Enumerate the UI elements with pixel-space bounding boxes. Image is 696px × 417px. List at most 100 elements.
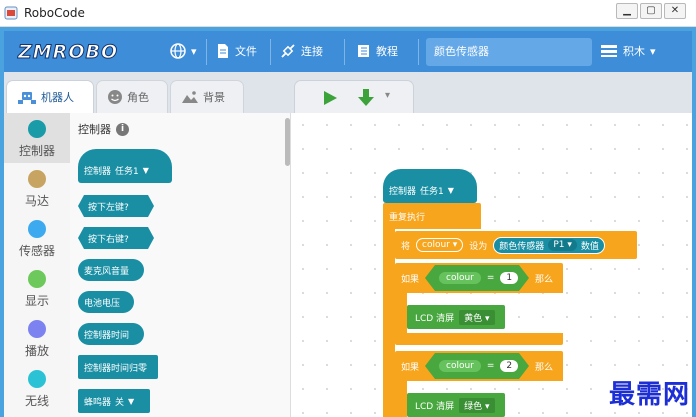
- blocks-label: 积木: [623, 45, 645, 58]
- minimize-button[interactable]: ▁: [616, 3, 638, 19]
- file-menu[interactable]: 文件: [216, 43, 257, 59]
- connect-button[interactable]: 连接: [280, 43, 323, 59]
- category-wireless[interactable]: 无线: [4, 363, 70, 413]
- lcd-label: LCD 清屏: [415, 313, 455, 324]
- toolbar-divider: [344, 39, 345, 65]
- block-controller-task[interactable]: 控制器 任务1 ▼: [78, 149, 172, 183]
- chevron-down-icon[interactable]: ▾: [385, 90, 390, 101]
- if-label: 如果: [401, 363, 420, 373]
- condition-number[interactable]: 2: [500, 360, 518, 372]
- chevron-down-icon: ▼: [142, 165, 149, 175]
- then-label: 那么: [535, 275, 554, 285]
- code-workspace[interactable]: 控制器 任务1 ▼ 重复执行 将 colour ▾ 设为 颜色传感器 P1 ▾ …: [291, 113, 692, 417]
- file-label: 文件: [235, 45, 257, 58]
- editor-content: 控制器 马达 传感器 显示 播放 无线 控制器 i 控制器 任务1 ▼ 按下左键…: [4, 113, 692, 417]
- maximize-button[interactable]: ▢: [640, 3, 662, 19]
- block-label: 控制器: [389, 186, 417, 197]
- watermark-text: 最需网: [608, 380, 690, 410]
- category-play[interactable]: 播放: [4, 313, 70, 363]
- block-time-reset[interactable]: 控制器时间归零: [78, 355, 158, 379]
- variable-name: colour: [422, 240, 450, 250]
- language-menu[interactable]: ▾: [170, 43, 197, 59]
- globe-icon: [170, 43, 186, 59]
- palette-title: 控制器 i: [78, 121, 129, 137]
- toolbar-divider: [206, 39, 207, 65]
- palette-title-label: 控制器: [78, 123, 111, 136]
- sensor-port-dropdown[interactable]: P1 ▾: [548, 239, 577, 251]
- if-label: 如果: [401, 275, 420, 285]
- script-hat-block[interactable]: 控制器 任务1 ▼: [383, 169, 477, 203]
- tutorial-label: 教程: [376, 45, 398, 58]
- block-right-key[interactable]: 按下右键?: [78, 227, 154, 249]
- category-label: 播放: [24, 344, 49, 358]
- app-icon: [4, 6, 18, 20]
- condition-number[interactable]: 1: [500, 272, 518, 284]
- block-left-key[interactable]: 按下左键?: [78, 195, 154, 217]
- equals-condition-2[interactable]: colour = 2: [425, 353, 529, 379]
- block-mic-volume[interactable]: 麦克风音量: [78, 259, 144, 281]
- brand-logo: ZMROBO: [17, 41, 119, 64]
- lcd-color-dropdown[interactable]: 黄色 ▾: [459, 309, 495, 325]
- equals-condition-1[interactable]: colour = 1: [425, 265, 529, 291]
- category-label: 马达: [24, 194, 49, 208]
- lcd-clear-block-2[interactable]: LCD 清屏 绿色 ▾: [407, 393, 505, 417]
- download-icon[interactable]: [357, 88, 375, 108]
- color-sensor-reporter[interactable]: 颜色传感器 P1 ▾ 数值: [493, 236, 605, 254]
- block-palette: 控制器 i 控制器 任务1 ▼ 按下左键? 按下右键? 麦克风音量 电池电压 控…: [70, 113, 291, 417]
- info-icon[interactable]: i: [116, 122, 129, 136]
- tab-background[interactable]: 背景: [170, 80, 244, 113]
- category-sensor[interactable]: 传感器: [4, 213, 70, 263]
- palette-scrollbar[interactable]: [285, 118, 290, 166]
- variable-dropdown[interactable]: colour ▾: [416, 238, 464, 252]
- set-variable-block[interactable]: 将 colour ▾ 设为 颜色传感器 P1 ▾ 数值: [395, 231, 637, 259]
- if-block-1-arm: [395, 293, 407, 333]
- tab-robot[interactable]: 机器人: [6, 80, 94, 113]
- category-controller[interactable]: 控制器: [4, 113, 70, 163]
- category-dot: [28, 370, 46, 388]
- category-label: 控制器: [18, 144, 55, 158]
- then-label: 那么: [535, 363, 554, 373]
- forever-block[interactable]: 重复执行: [383, 203, 481, 229]
- sensor-port: P1: [553, 240, 565, 250]
- category-dot: [28, 270, 46, 288]
- block-battery[interactable]: 电池电压: [78, 291, 134, 313]
- book-icon: [358, 45, 369, 57]
- category-display[interactable]: 显示: [4, 263, 70, 313]
- tutorial-button[interactable]: 教程: [356, 43, 398, 59]
- block-dropdown[interactable]: 关: [115, 395, 124, 408]
- chevron-down-icon: ▼: [128, 396, 135, 406]
- if-block-2-arm: [395, 381, 407, 417]
- chevron-down-icon: ▼: [447, 185, 454, 195]
- block-controller-time[interactable]: 控制器时间: [78, 323, 144, 345]
- plug-icon: [281, 44, 295, 58]
- file-icon: [218, 44, 228, 58]
- forever-block-arm: [383, 229, 395, 417]
- lcd-color: 绿色: [464, 401, 483, 412]
- run-controls: ▾: [294, 80, 414, 113]
- window-title: RoboCode: [24, 6, 85, 20]
- project-name-field[interactable]: 颜色传感器: [426, 38, 592, 66]
- lcd-clear-block-1[interactable]: LCD 清屏 黄色 ▾: [407, 305, 505, 329]
- forever-label: 重复执行: [389, 213, 426, 223]
- sensor-value-label: 数值: [580, 241, 599, 252]
- block-label: 控制器: [84, 166, 112, 177]
- block-buzzer[interactable]: 蜂鸣器 关 ▼: [78, 389, 150, 413]
- blocks-mode-menu[interactable]: 积木 ▾: [600, 43, 656, 59]
- lcd-label: LCD 清屏: [415, 401, 455, 412]
- play-icon[interactable]: [321, 89, 339, 107]
- toolbar-divider: [418, 39, 419, 65]
- tab-character-label: 角色: [127, 91, 149, 104]
- lcd-color-dropdown[interactable]: 绿色 ▾: [459, 397, 495, 413]
- block-dropdown[interactable]: 任务1: [115, 164, 139, 177]
- condition-variable: colour: [439, 360, 481, 372]
- robot-icon: [18, 92, 36, 104]
- category-label: 无线: [24, 394, 49, 408]
- sensor-label: 颜色传感器: [499, 241, 545, 252]
- set-prefix: 将: [401, 241, 411, 252]
- block-dropdown[interactable]: 任务1: [420, 184, 444, 197]
- close-button[interactable]: ✕: [664, 3, 686, 19]
- category-dot: [28, 320, 46, 338]
- chevron-down-icon: ▾: [191, 44, 197, 58]
- category-motor[interactable]: 马达: [4, 163, 70, 213]
- tab-character[interactable]: 角色: [96, 80, 168, 113]
